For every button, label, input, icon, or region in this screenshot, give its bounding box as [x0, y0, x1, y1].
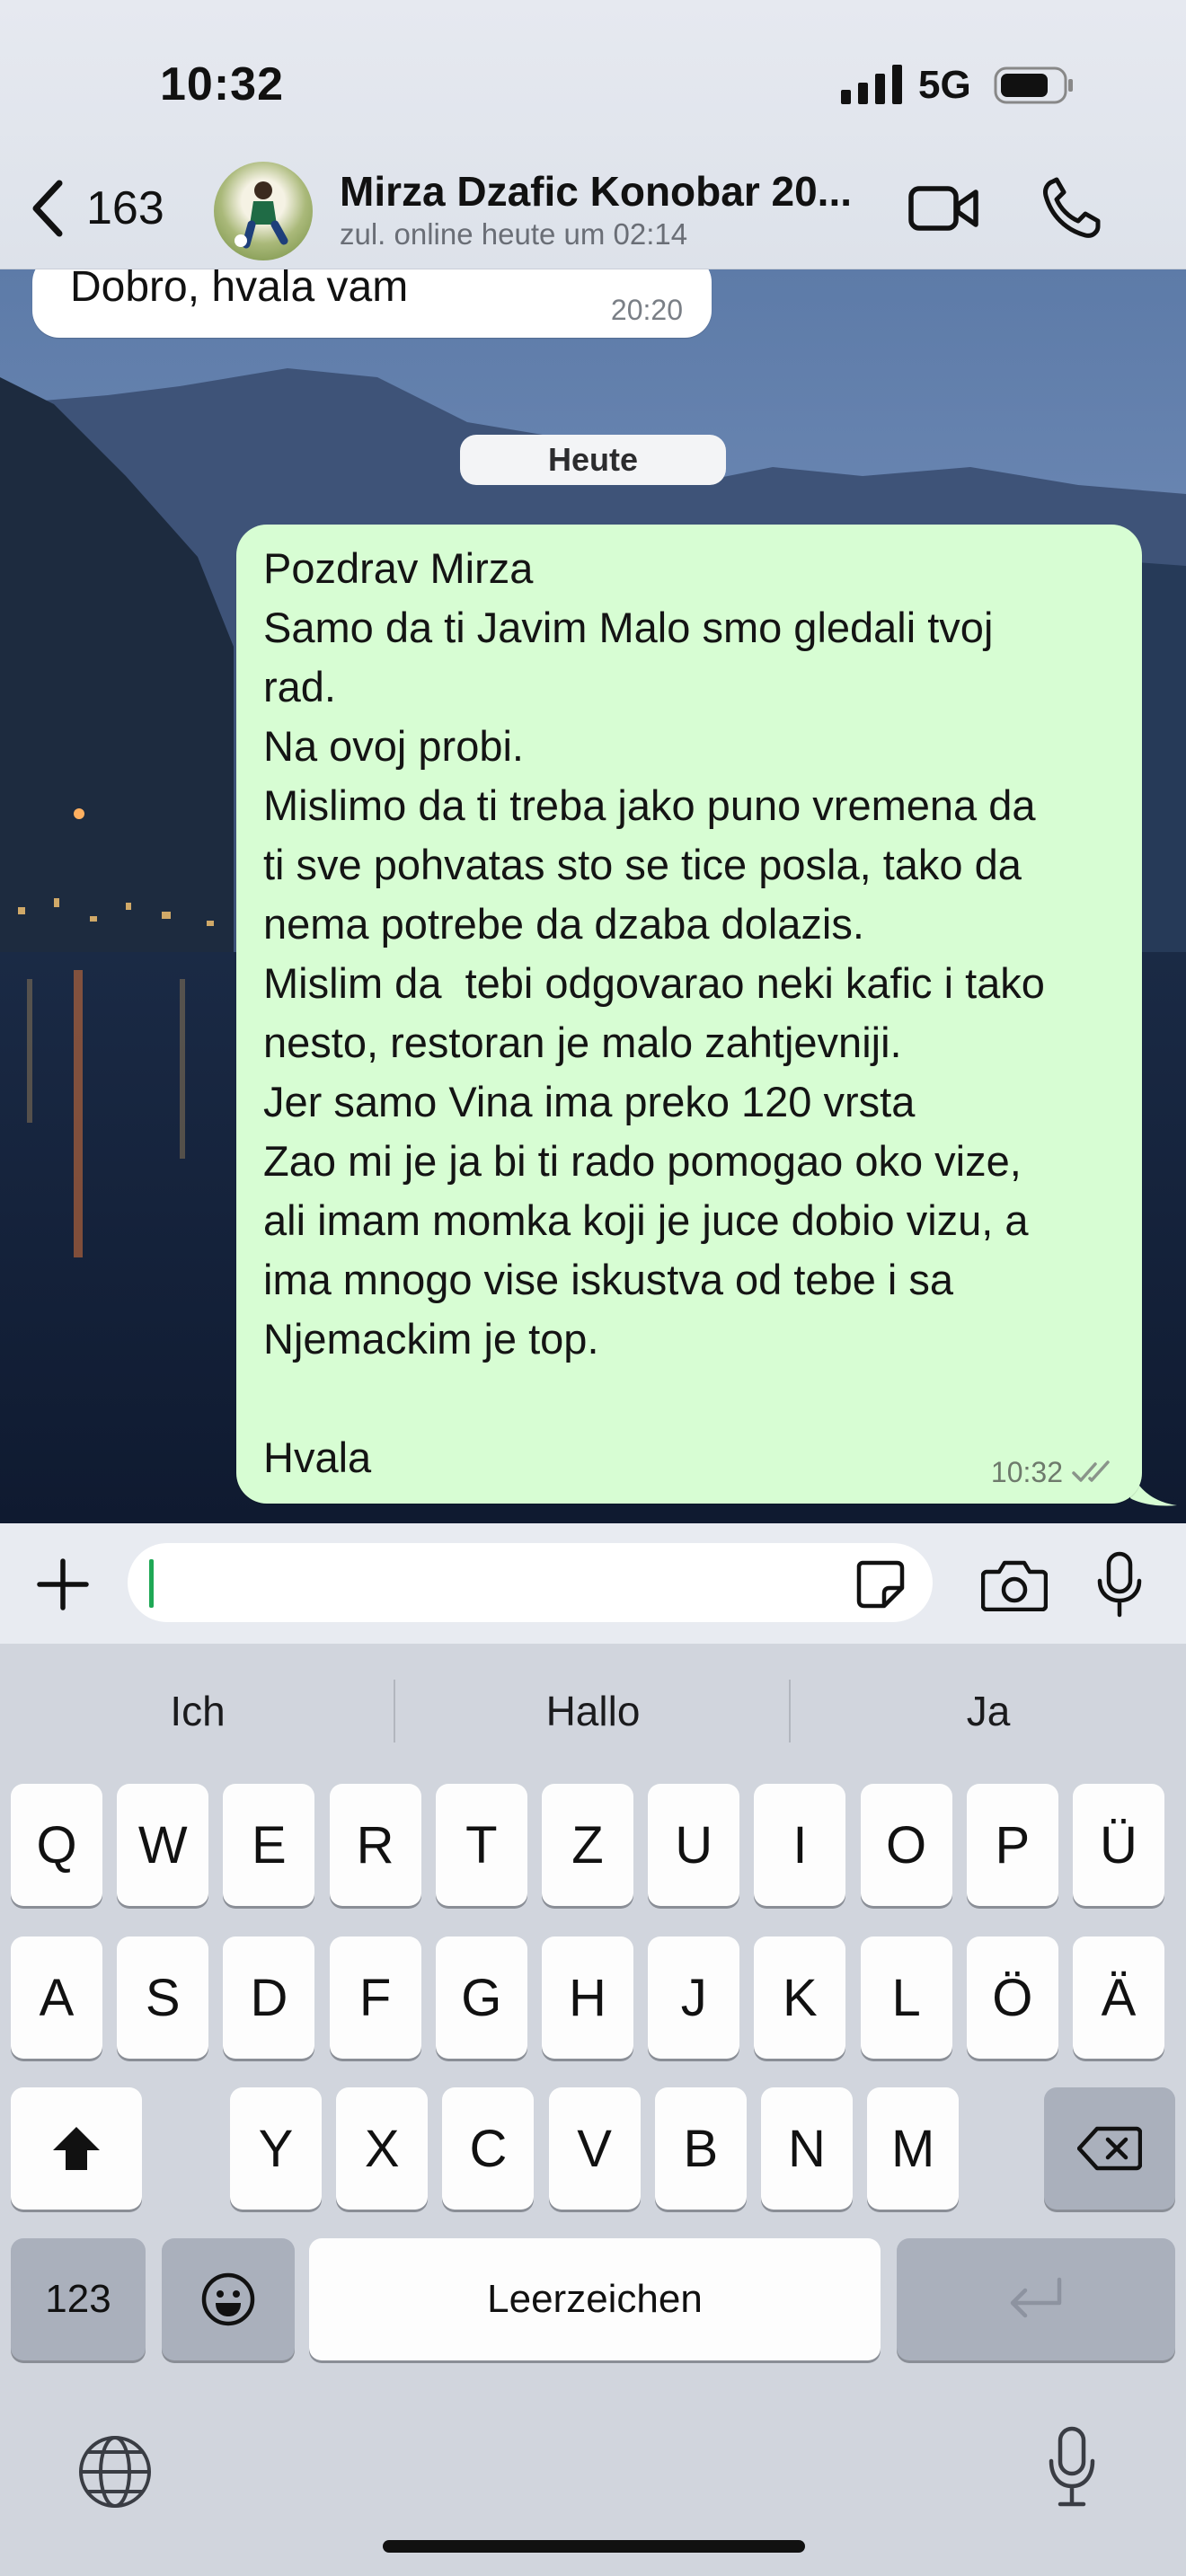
shift-key[interactable] [11, 2087, 142, 2210]
battery-icon [994, 66, 1073, 104]
key-d[interactable]: D [223, 1936, 315, 2059]
message-line: Hvala [263, 1434, 372, 1481]
message-line: Na ovoj probi. [263, 722, 524, 770]
key-w[interactable]: W [117, 1784, 209, 1906]
key-a[interactable]: A [11, 1936, 102, 2059]
key-k[interactable]: K [754, 1936, 846, 2059]
backspace-icon [1077, 2126, 1142, 2171]
message-line: Jer samo Vina ima preko 120 vrsta [263, 1078, 916, 1125]
network-label: 5G [918, 63, 971, 107]
suggestion-2[interactable]: Hallo [395, 1644, 791, 1778]
message-line: nesto, restoran je malo zahtjevniji. [263, 1019, 902, 1066]
camera-icon[interactable] [981, 1557, 1048, 1611]
key-f[interactable]: F [329, 1936, 421, 2059]
message-text: Dobro, hvala vam [70, 269, 409, 311]
message-line: rad. [263, 663, 336, 710]
suggestion-1[interactable]: Ich [0, 1644, 395, 1778]
outgoing-message[interactable]: Pozdrav Mirza Samo da ti Javim Malo smo g… [236, 525, 1142, 1504]
message-line: ali imam momka koji je juce dobio vizu, … [263, 1196, 1029, 1244]
key-r[interactable]: R [329, 1784, 421, 1906]
message-line [263, 1369, 1115, 1428]
key-c[interactable]: C [442, 2087, 535, 2210]
key-x[interactable]: X [336, 2087, 429, 2210]
message-line: Mislimo da ti treba jako puno vremena da [263, 781, 1036, 829]
return-icon [1010, 2277, 1062, 2318]
sticker-icon[interactable] [854, 1557, 906, 1610]
message-body: Pozdrav Mirza Samo da ti Javim Malo smo g… [263, 539, 1115, 1487]
date-separator: Heute [460, 435, 726, 485]
message-composer [0, 1523, 1186, 1644]
message-time: 10:32 [990, 1456, 1063, 1488]
phone-call-icon[interactable] [1040, 176, 1102, 239]
video-call-icon[interactable] [907, 180, 979, 237]
contact-name[interactable]: Mirza Dzafic Konobar 20... [340, 167, 879, 216]
message-input[interactable] [128, 1543, 933, 1622]
signal-icon [841, 65, 902, 104]
avatar[interactable] [214, 162, 313, 260]
key-s[interactable]: S [117, 1936, 209, 2059]
key-t[interactable]: T [435, 1784, 527, 1906]
dictation-mic-icon[interactable] [1048, 2425, 1096, 2508]
key-q[interactable]: Q [11, 1784, 102, 1906]
key-l[interactable]: L [860, 1936, 952, 2059]
message-line: Mislim da tebi odgovarao neki kafic i ta… [263, 959, 1045, 1007]
chat-header: 10:32 5G 163 Mirza Dzafic Konobar 20... … [0, 0, 1186, 269]
key-b[interactable]: B [654, 2087, 747, 2210]
suggestion-3[interactable]: Ja [791, 1644, 1186, 1778]
globe-icon[interactable] [77, 2434, 153, 2510]
text-cursor [149, 1559, 154, 1608]
message-line: ti sve pohvatas sto se tice posla, tako … [263, 841, 1022, 888]
key-p[interactable]: P [966, 1784, 1058, 1906]
key-ö[interactable]: Ö [966, 1936, 1058, 2059]
emoji-key[interactable] [162, 2238, 295, 2360]
emoji-icon [201, 2272, 255, 2326]
shift-icon [53, 2127, 100, 2170]
plus-icon[interactable] [34, 1556, 92, 1613]
key-h[interactable]: H [542, 1936, 633, 2059]
message-line: ima mnogo vise iskustva od tebe i sa [263, 1256, 954, 1303]
chat-area[interactable]: Dobro, hvala vam 20:20 Heute Pozdrav Mir… [0, 269, 1186, 1523]
message-time: 20:20 [610, 294, 683, 326]
numbers-key[interactable]: 123 [11, 2238, 146, 2360]
contact-last-seen: zul. online heute um 02:14 [340, 217, 688, 251]
back-button[interactable]: 163 [27, 176, 164, 241]
key-y[interactable]: Y [230, 2087, 322, 2210]
key-z[interactable]: Z [542, 1784, 633, 1906]
key-n[interactable]: N [761, 2087, 853, 2210]
key-ä[interactable]: Ä [1073, 1936, 1164, 2059]
key-o[interactable]: O [860, 1784, 952, 1906]
chevron-left-icon [32, 180, 63, 237]
key-g[interactable]: G [435, 1936, 527, 2059]
message-line: nema potrebe da dzaba dolazis. [263, 900, 864, 948]
key-u[interactable]: U [648, 1784, 740, 1906]
key-e[interactable]: E [223, 1784, 315, 1906]
message-line: Njemackim je top. [263, 1315, 599, 1363]
message-line: Samo da ti Javim Malo smo gledali tvoj [263, 604, 994, 651]
home-indicator [383, 2540, 805, 2553]
key-v[interactable]: V [548, 2087, 641, 2210]
key-i[interactable]: I [754, 1784, 846, 1906]
unread-count: 163 [86, 182, 164, 234]
key-ü[interactable]: Ü [1073, 1784, 1164, 1906]
message-line: Zao mi je ja bi ti rado pomogao oko vize… [263, 1137, 1022, 1185]
status-time: 10:32 [160, 58, 284, 110]
return-key[interactable] [897, 2238, 1175, 2360]
key-j[interactable]: J [648, 1936, 740, 2059]
read-receipt-icon [1072, 1460, 1110, 1482]
microphone-icon[interactable] [1094, 1550, 1145, 1619]
incoming-message[interactable]: Dobro, hvala vam 20:20 [32, 269, 712, 338]
backspace-key[interactable] [1044, 2087, 1175, 2210]
space-key[interactable]: Leerzeichen [309, 2238, 881, 2360]
message-line: Pozdrav Mirza [263, 544, 534, 592]
key-m[interactable]: M [867, 2087, 960, 2210]
